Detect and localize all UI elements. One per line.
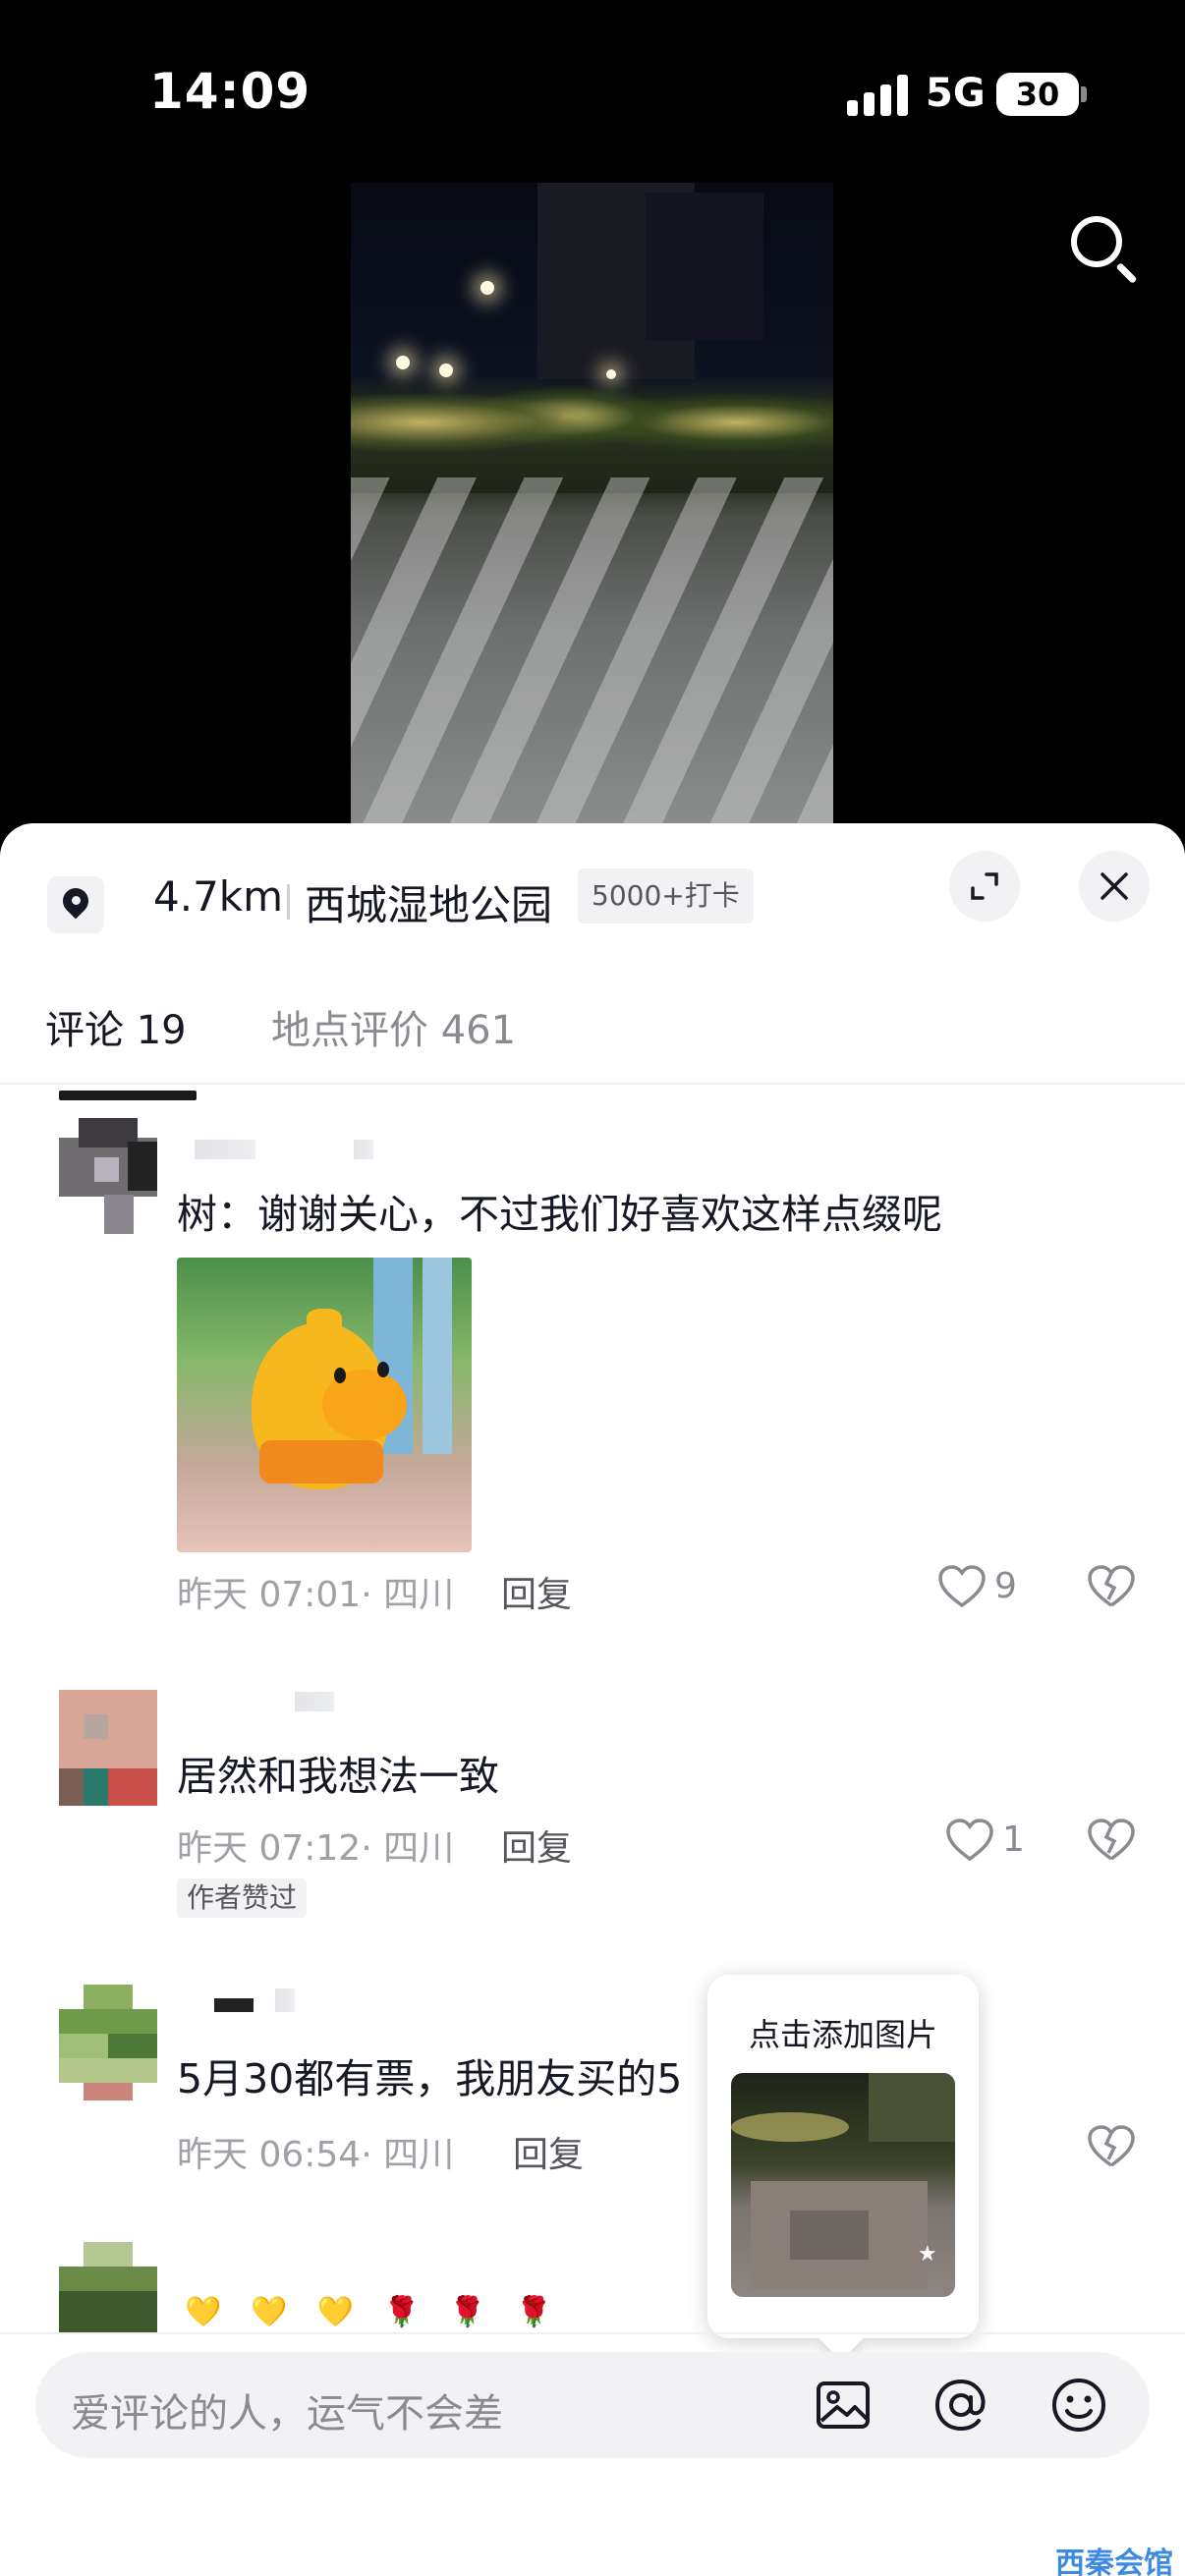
emoji-row: 💛💛💛🌹🌹🌹 — [185, 2295, 583, 2329]
street-lamp — [480, 281, 494, 295]
reply-button[interactable]: 回复 — [513, 2126, 584, 2177]
location-separator — [287, 884, 290, 920]
input-divider — [0, 2332, 1185, 2334]
street-lamp — [396, 356, 410, 369]
like-icon[interactable] — [937, 1564, 987, 1609]
expand-button[interactable] — [949, 851, 1020, 922]
commenter-name[interactable] — [214, 1998, 254, 2012]
dislike-icon[interactable] — [1087, 1564, 1136, 1609]
location-name[interactable]: 西城湿地公园 — [305, 872, 552, 932]
tab-place-reviews[interactable]: 地点评价 461 — [271, 998, 516, 1055]
avatar[interactable] — [59, 1985, 157, 2100]
avatar[interactable] — [59, 1690, 157, 1806]
battery-tip — [1081, 86, 1087, 102]
add-image-label: 点击添加图片 — [748, 2016, 937, 2053]
like-count: 1 — [1002, 1820, 1025, 1860]
video-player[interactable] — [351, 183, 833, 823]
commenter-name[interactable] — [195, 1140, 255, 1159]
video-crosswalk — [351, 477, 833, 823]
dislike-icon[interactable] — [1087, 2124, 1136, 2169]
close-button[interactable] — [1079, 851, 1150, 922]
comment-sheet: 4.7km 西城湿地公园 5000+打卡 评论 19 地点评价 461 树：谢谢… — [0, 823, 1185, 2576]
commenter-name[interactable] — [354, 1140, 373, 1159]
checkin-badge: 5000+打卡 — [578, 868, 754, 924]
comment-input[interactable]: 爱评论的人，运气不会差 — [71, 2381, 503, 2438]
comment-meta: 昨天 06:54· 四川 — [177, 2135, 455, 2175]
video-trees — [351, 375, 833, 493]
location-distance[interactable]: 4.7km — [153, 872, 283, 921]
close-icon — [1100, 872, 1128, 900]
dislike-icon[interactable] — [1087, 1818, 1136, 1863]
avatar[interactable] — [59, 2242, 157, 2332]
comment-text: 5月30都有票，我朋友买的5 — [177, 2055, 683, 2102]
add-image-popup[interactable]: 点击添加图片 ★ — [707, 1975, 979, 2361]
location-pin-icon — [47, 876, 104, 933]
author-liked-badge: 作者赞过 — [177, 1878, 308, 1918]
comment-sticker-image[interactable] — [177, 1258, 472, 1552]
like-icon[interactable] — [945, 1818, 994, 1863]
reply-button[interactable]: 回复 — [501, 1820, 572, 1871]
emoji-icon[interactable] — [1049, 2376, 1108, 2435]
expand-icon — [971, 872, 998, 900]
image-icon[interactable] — [814, 2376, 873, 2435]
search-icon[interactable] — [1065, 210, 1140, 285]
mention-icon[interactable] — [931, 2376, 990, 2435]
battery-icon: 30 — [996, 73, 1079, 116]
avatar[interactable] — [59, 1118, 157, 1234]
comment-text: 居然和我想法一致 — [177, 1753, 499, 1800]
reply-button[interactable]: 回复 — [501, 1566, 572, 1617]
commenter-name[interactable] — [275, 1988, 295, 2012]
comment-meta: 昨天 07:01· 四川 — [177, 1575, 455, 1615]
status-time: 14:09 — [149, 63, 311, 120]
signal-icon — [847, 75, 910, 116]
tab-divider — [0, 1083, 1185, 1085]
network-label: 5G — [926, 71, 986, 116]
commenter-name[interactable] — [295, 1692, 334, 1711]
comment-text: 树：谢谢关心，不过我们好喜欢这样点缀呢 — [177, 1191, 942, 1238]
comment-meta: 昨天 07:12· 四川 — [177, 1828, 455, 1869]
previous-comment-edge — [59, 1091, 197, 1100]
watermark-logo: 西秦会馆 — [1055, 2547, 1173, 2576]
tab-comments[interactable]: 评论 19 — [45, 998, 187, 1055]
video-building — [646, 193, 763, 340]
comment-input-bar[interactable]: 爱评论的人，运气不会差 — [35, 2352, 1150, 2458]
like-count: 9 — [994, 1566, 1017, 1606]
recent-photo-thumbnail[interactable]: ★ — [731, 2073, 955, 2297]
